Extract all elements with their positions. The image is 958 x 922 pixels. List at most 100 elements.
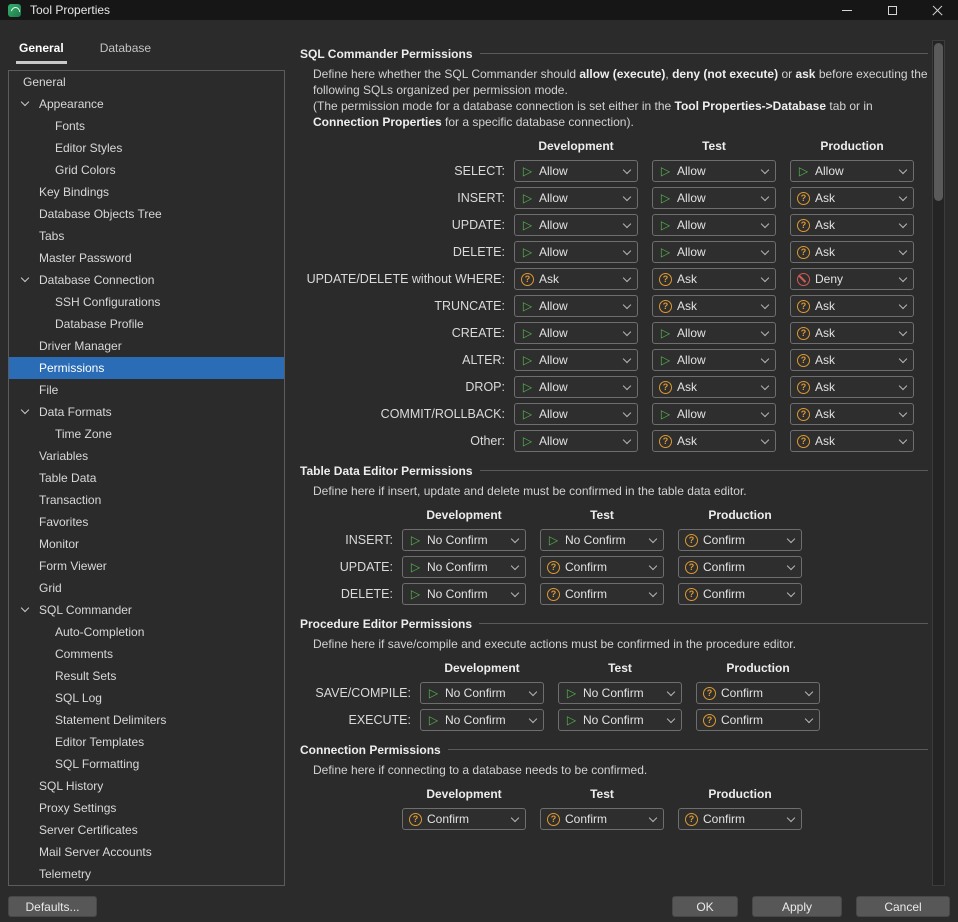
- select-commit-rollback-production[interactable]: ?Ask: [790, 403, 914, 425]
- sidebar-item-tabs[interactable]: Tabs: [9, 225, 284, 247]
- chevron-down-icon[interactable]: [21, 604, 29, 612]
- select-update-production[interactable]: ?Confirm: [678, 556, 802, 578]
- maximize-button[interactable]: [877, 0, 907, 20]
- main-scrollbar[interactable]: [932, 40, 945, 886]
- select-update-delete-without-where-development[interactable]: ?Ask: [514, 268, 638, 290]
- sidebar-item-editor-templates[interactable]: Editor Templates: [9, 731, 284, 753]
- apply-button[interactable]: Apply: [752, 896, 842, 917]
- sidebar-item-driver-manager[interactable]: Driver Manager: [9, 335, 284, 357]
- select-alter-development[interactable]: ▷Allow: [514, 349, 638, 371]
- sidebar-item-appearance[interactable]: Appearance: [9, 93, 284, 115]
- select-execute-development[interactable]: ▷No Confirm: [420, 709, 544, 731]
- select-alter-production[interactable]: ?Ask: [790, 349, 914, 371]
- select-truncate-development[interactable]: ▷Allow: [514, 295, 638, 317]
- select-update-delete-without-where-production[interactable]: Deny: [790, 268, 914, 290]
- minimize-button[interactable]: [832, 0, 862, 20]
- sidebar-item-key-bindings[interactable]: Key Bindings: [9, 181, 284, 203]
- sidebar-item-sql-log[interactable]: SQL Log: [9, 687, 284, 709]
- select-delete-production[interactable]: ?Confirm: [678, 583, 802, 605]
- select-save-compile-production[interactable]: ?Confirm: [696, 682, 820, 704]
- select-alter-test[interactable]: ▷Allow: [652, 349, 776, 371]
- select-insert-test[interactable]: ▷No Confirm: [540, 529, 664, 551]
- select-insert-test[interactable]: ▷Allow: [652, 187, 776, 209]
- sidebar-item-fonts[interactable]: Fonts: [9, 115, 284, 137]
- sidebar-item-database-objects-tree[interactable]: Database Objects Tree: [9, 203, 284, 225]
- sidebar-item-table-data[interactable]: Table Data: [9, 467, 284, 489]
- sidebar-item-time-zone[interactable]: Time Zone: [9, 423, 284, 445]
- select-drop-development[interactable]: ▷Allow: [514, 376, 638, 398]
- select-execute-test[interactable]: ▷No Confirm: [558, 709, 682, 731]
- select-other-production[interactable]: ?Ask: [790, 430, 914, 452]
- select-update-test[interactable]: ?Confirm: [540, 556, 664, 578]
- select-insert-development[interactable]: ▷No Confirm: [402, 529, 526, 551]
- sidebar-item-grid-colors[interactable]: Grid Colors: [9, 159, 284, 181]
- close-button[interactable]: [922, 0, 952, 20]
- select-delete-test[interactable]: ?Confirm: [540, 583, 664, 605]
- tab-database[interactable]: Database: [97, 41, 154, 64]
- cancel-button[interactable]: Cancel: [856, 896, 950, 917]
- select-create-production[interactable]: ?Ask: [790, 322, 914, 344]
- chevron-down-icon[interactable]: [21, 274, 29, 282]
- select-save-compile-test[interactable]: ▷No Confirm: [558, 682, 682, 704]
- select-update-test[interactable]: ▷Allow: [652, 214, 776, 236]
- ok-button[interactable]: OK: [672, 896, 738, 917]
- sidebar-item-editor-styles[interactable]: Editor Styles: [9, 137, 284, 159]
- sidebar-item-form-viewer[interactable]: Form Viewer: [9, 555, 284, 577]
- select-update-development[interactable]: ▷No Confirm: [402, 556, 526, 578]
- select-execute-production[interactable]: ?Confirm: [696, 709, 820, 731]
- sidebar-item-monitor[interactable]: Monitor: [9, 533, 284, 555]
- sidebar-item-proxy-settings[interactable]: Proxy Settings: [9, 797, 284, 819]
- select-delete-test[interactable]: ▷Allow: [652, 241, 776, 263]
- select-connection-production[interactable]: ?Confirm: [678, 808, 802, 830]
- select-insert-production[interactable]: ?Ask: [790, 187, 914, 209]
- select-select-development[interactable]: ▷Allow: [514, 160, 638, 182]
- select-select-test[interactable]: ▷Allow: [652, 160, 776, 182]
- sidebar-item-transaction[interactable]: Transaction: [9, 489, 284, 511]
- select-drop-production[interactable]: ?Ask: [790, 376, 914, 398]
- select-truncate-test[interactable]: ?Ask: [652, 295, 776, 317]
- sidebar-item-ssh-configurations[interactable]: SSH Configurations: [9, 291, 284, 313]
- sidebar-item-variables[interactable]: Variables: [9, 445, 284, 467]
- sidebar-item-sql-history[interactable]: SQL History: [9, 775, 284, 797]
- select-update-delete-without-where-test[interactable]: ?Ask: [652, 268, 776, 290]
- chevron-down-icon[interactable]: [21, 98, 29, 106]
- select-create-development[interactable]: ▷Allow: [514, 322, 638, 344]
- sidebar-item-statement-delimiters[interactable]: Statement Delimiters: [9, 709, 284, 731]
- select-truncate-production[interactable]: ?Ask: [790, 295, 914, 317]
- sidebar-item-permissions[interactable]: Permissions: [9, 357, 284, 379]
- tab-general[interactable]: General: [16, 41, 67, 64]
- select-insert-production[interactable]: ?Confirm: [678, 529, 802, 551]
- sidebar-item-sql-formatting[interactable]: SQL Formatting: [9, 753, 284, 775]
- sidebar-item-comments[interactable]: Comments: [9, 643, 284, 665]
- select-save-compile-development[interactable]: ▷No Confirm: [420, 682, 544, 704]
- select-commit-rollback-development[interactable]: ▷Allow: [514, 403, 638, 425]
- sidebar-item-file[interactable]: File: [9, 379, 284, 401]
- sidebar-item-mail-server-accounts[interactable]: Mail Server Accounts: [9, 841, 284, 863]
- sidebar-item-database-profile[interactable]: Database Profile: [9, 313, 284, 335]
- select-other-test[interactable]: ?Ask: [652, 430, 776, 452]
- select-commit-rollback-test[interactable]: ▷Allow: [652, 403, 776, 425]
- select-connection-development[interactable]: ?Confirm: [402, 808, 526, 830]
- select-update-development[interactable]: ▷Allow: [514, 214, 638, 236]
- sidebar-item-sql-commander[interactable]: SQL Commander: [9, 599, 284, 621]
- scrollbar-thumb[interactable]: [934, 43, 943, 201]
- sidebar-item-auto-completion[interactable]: Auto-Completion: [9, 621, 284, 643]
- sidebar-item-result-sets[interactable]: Result Sets: [9, 665, 284, 687]
- sidebar-item-database-connection[interactable]: Database Connection: [9, 269, 284, 291]
- sidebar-item-favorites[interactable]: Favorites: [9, 511, 284, 533]
- select-insert-development[interactable]: ▷Allow: [514, 187, 638, 209]
- sidebar-item-server-certificates[interactable]: Server Certificates: [9, 819, 284, 841]
- select-connection-test[interactable]: ?Confirm: [540, 808, 664, 830]
- defaults-button[interactable]: Defaults...: [8, 896, 97, 917]
- sidebar-item-master-password[interactable]: Master Password: [9, 247, 284, 269]
- sidebar-item-data-formats[interactable]: Data Formats: [9, 401, 284, 423]
- sidebar-item-telemetry[interactable]: Telemetry: [9, 863, 284, 885]
- select-delete-development[interactable]: ▷Allow: [514, 241, 638, 263]
- select-update-production[interactable]: ?Ask: [790, 214, 914, 236]
- select-other-development[interactable]: ▷Allow: [514, 430, 638, 452]
- sidebar-item-general[interactable]: General: [9, 71, 284, 93]
- sidebar-item-grid[interactable]: Grid: [9, 577, 284, 599]
- select-delete-production[interactable]: ?Ask: [790, 241, 914, 263]
- chevron-down-icon[interactable]: [21, 406, 29, 414]
- select-select-production[interactable]: ▷Allow: [790, 160, 914, 182]
